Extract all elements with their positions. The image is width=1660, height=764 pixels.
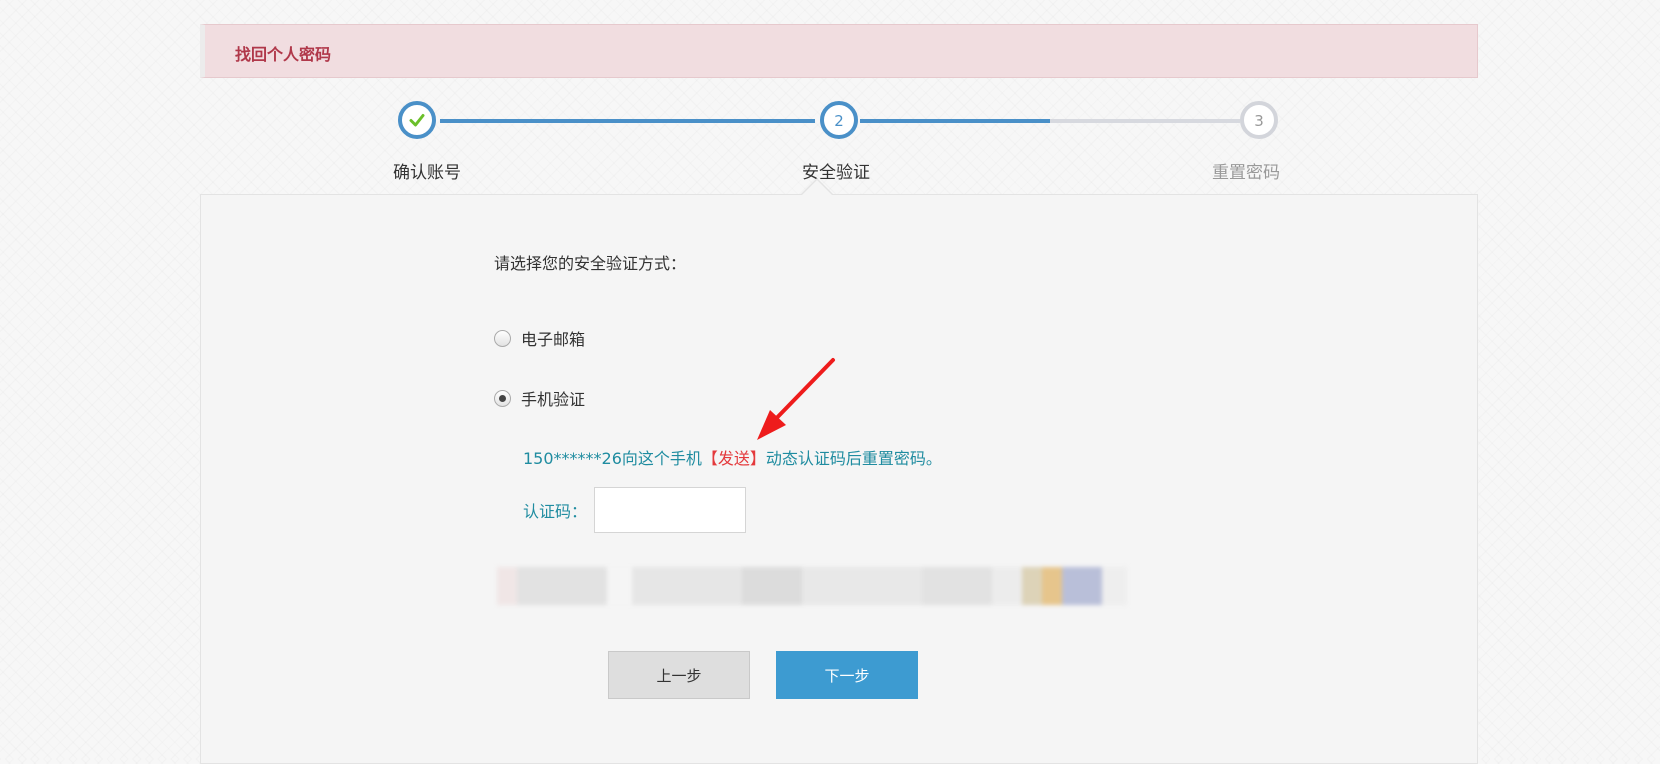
send-code-suffix: 动态认证码后重置密码。 bbox=[765, 449, 942, 468]
next-step-button[interactable]: 下一步 bbox=[776, 651, 918, 699]
step-3-label: 重置密码 bbox=[1212, 163, 1280, 183]
verification-prompt: 请选择您的安全验证方式： bbox=[494, 254, 687, 273]
code-label: 认证码： bbox=[523, 502, 588, 521]
email-radio[interactable] bbox=[494, 329, 511, 347]
step-connector-2-active bbox=[860, 119, 1050, 123]
code-input[interactable] bbox=[594, 487, 746, 533]
send-code-line: 150******26向这个手机【发送】动态认证码后重置密码。 bbox=[523, 445, 942, 469]
progress-steps: 2 3 确认账号 安全验证 重置密码 bbox=[0, 0, 1660, 200]
step-3-circle: 3 bbox=[1240, 101, 1278, 139]
step-connector-1 bbox=[440, 119, 815, 123]
step-connector-2-inactive bbox=[1050, 119, 1240, 123]
blurred-content bbox=[497, 567, 1217, 605]
verification-panel: 请选择您的安全验证方式： 电子邮箱 手机验证 150******26向这个手机【… bbox=[200, 194, 1478, 764]
check-icon bbox=[409, 114, 425, 127]
phone-option-label: 手机验证 bbox=[521, 390, 586, 409]
email-option-label: 电子邮箱 bbox=[521, 330, 586, 349]
phone-radio[interactable] bbox=[494, 389, 511, 407]
option-email[interactable]: 电子邮箱 bbox=[494, 326, 585, 350]
send-code-link[interactable]: 【发送】 bbox=[702, 449, 766, 468]
prev-step-button[interactable]: 上一步 bbox=[608, 651, 750, 699]
step-1-label: 确认账号 bbox=[393, 163, 461, 183]
option-phone[interactable]: 手机验证 bbox=[494, 386, 585, 410]
step-1-circle bbox=[398, 101, 436, 139]
masked-phone-text: 150******26向这个手机 bbox=[523, 449, 702, 468]
step-2-circle: 2 bbox=[820, 101, 858, 139]
step-pointer-fill bbox=[801, 180, 833, 196]
